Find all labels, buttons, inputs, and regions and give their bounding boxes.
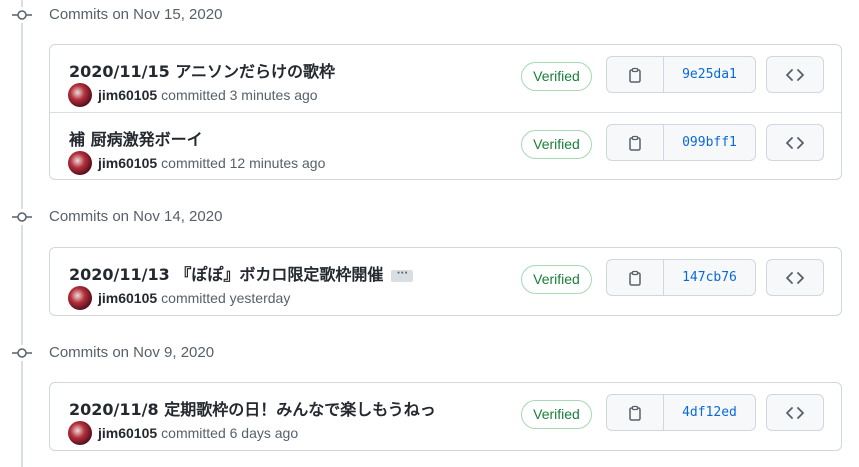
group-header: Commits on Nov 14, 2020 <box>0 202 859 232</box>
browse-repo-button[interactable] <box>766 56 824 93</box>
group-header: Commits on Nov 15, 2020 <box>0 0 859 30</box>
commit-time: committed 6 days ago <box>161 425 299 441</box>
clipboard-icon <box>629 270 641 286</box>
clipboard-icon <box>629 135 641 151</box>
commit-sha-link[interactable]: 9e25da1 <box>664 57 755 92</box>
group-header: Commits on Nov 9, 2020 <box>0 338 859 368</box>
avatar[interactable] <box>68 421 92 445</box>
clipboard-icon <box>629 67 641 83</box>
code-icon <box>786 68 804 81</box>
browse-repo-button[interactable] <box>766 124 824 161</box>
commit-sha-link[interactable]: 147cb76 <box>664 260 755 295</box>
commit-row: 2020/11/15 アニソンだらけの歌枠 jim60105 committed… <box>50 45 841 112</box>
browse-repo-button[interactable] <box>766 394 824 431</box>
commit-meta: jim60105 committed yesterday <box>68 286 290 310</box>
commit-list: 2020/11/13 『ぽぽ』ボカロ限定歌枠開催 ··· jim60105 com… <box>49 247 842 316</box>
sha-button-group: 9e25da1 <box>606 56 756 93</box>
commit-meta: jim60105 committed 12 minutes ago <box>68 151 325 175</box>
browse-repo-button[interactable] <box>766 259 824 296</box>
copy-sha-button[interactable] <box>607 260 664 295</box>
git-commit-icon <box>12 209 32 225</box>
copy-sha-button[interactable] <box>607 395 664 430</box>
commit-message[interactable]: 2020/11/8 定期歌枠の日！みんなで楽しもうねっ <box>69 396 436 420</box>
avatar[interactable] <box>68 83 92 107</box>
commit-time: committed yesterday <box>161 290 291 306</box>
commit-row: 2020/11/8 定期歌枠の日！みんなで楽しもうねっ jim60105 com… <box>50 383 841 450</box>
group-title: Commits on Nov 14, 2020 <box>49 208 223 225</box>
verified-badge[interactable]: Verified <box>521 130 592 159</box>
avatar[interactable] <box>68 286 92 310</box>
clipboard-icon <box>629 405 641 421</box>
sha-button-group: 147cb76 <box>606 259 756 296</box>
git-commit-icon <box>12 345 32 361</box>
commit-message[interactable]: 2020/11/15 アニソンだらけの歌枠 <box>69 58 335 82</box>
code-icon <box>786 136 804 149</box>
copy-sha-button[interactable] <box>607 125 664 160</box>
avatar[interactable] <box>68 151 92 175</box>
commit-timeline: Commits on Nov 15, 2020 2020/11/15 アニソンだ… <box>0 0 859 467</box>
commit-list: 2020/11/8 定期歌枠の日！みんなで楽しもうねっ jim60105 com… <box>49 382 842 451</box>
commit-sha-link[interactable]: 4df12ed <box>664 395 755 430</box>
git-commit-icon <box>12 7 32 23</box>
commit-author[interactable]: jim60105 <box>98 425 157 441</box>
commit-row: 2020/11/13 『ぽぽ』ボカロ限定歌枠開催 ··· jim60105 com… <box>50 248 841 315</box>
code-icon <box>786 271 804 284</box>
commit-sha-link[interactable]: 099bff1 <box>664 125 755 160</box>
sha-button-group: 4df12ed <box>606 394 756 431</box>
copy-sha-button[interactable] <box>607 57 664 92</box>
code-icon <box>786 406 804 419</box>
expand-message-button[interactable]: ··· <box>391 268 414 282</box>
commit-time: committed 12 minutes ago <box>161 155 326 171</box>
commit-row: 補 厨病激発ボーイ jim60105 committed 12 minutes … <box>50 112 841 179</box>
group-title: Commits on Nov 9, 2020 <box>49 344 215 361</box>
verified-badge[interactable]: Verified <box>521 265 592 294</box>
commit-message[interactable]: 2020/11/13 『ぽぽ』ボカロ限定歌枠開催 ··· <box>69 261 414 285</box>
verified-badge[interactable]: Verified <box>521 400 592 429</box>
verified-badge[interactable]: Verified <box>521 62 592 91</box>
commit-author[interactable]: jim60105 <box>98 87 157 103</box>
commit-message[interactable]: 補 厨病激発ボーイ <box>69 126 203 150</box>
commit-author[interactable]: jim60105 <box>98 155 157 171</box>
group-title: Commits on Nov 15, 2020 <box>49 6 223 23</box>
sha-button-group: 099bff1 <box>606 124 756 161</box>
commit-time: committed 3 minutes ago <box>161 87 318 103</box>
commit-meta: jim60105 committed 3 minutes ago <box>68 83 318 107</box>
commit-list: 2020/11/15 アニソンだらけの歌枠 jim60105 committed… <box>49 44 842 180</box>
commit-author[interactable]: jim60105 <box>98 290 157 306</box>
commit-meta: jim60105 committed 6 days ago <box>68 421 298 445</box>
timeline-line <box>21 0 23 467</box>
